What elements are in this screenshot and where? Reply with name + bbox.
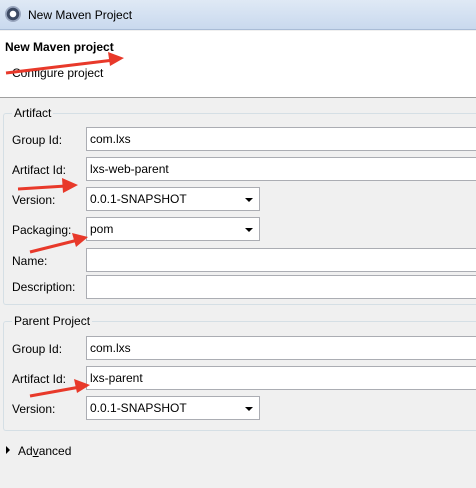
wizard-header: New Maven project Configure project (0, 31, 476, 98)
version-combo[interactable]: 0.0.1-SNAPSHOT (86, 187, 260, 211)
artifact-group-title: Artifact (12, 106, 54, 120)
wizard-subtitle: Configure project (12, 66, 104, 80)
chevron-down-icon[interactable] (245, 198, 253, 202)
parent-group-id-label: Group Id: (12, 342, 63, 356)
chevron-down-icon[interactable] (245, 407, 253, 411)
group-id-label: Group Id: (12, 133, 63, 147)
parent-group-id-input[interactable]: com.lxs (86, 336, 476, 360)
window-title: New Maven Project (28, 8, 133, 22)
artifact-id-input[interactable]: lxs-web-parent (86, 157, 476, 181)
version-label: Version: (12, 193, 56, 207)
chevron-right-icon[interactable] (6, 446, 10, 454)
group-id-input[interactable]: com.lxs (86, 127, 476, 151)
parent-version-label: Version: (12, 402, 56, 416)
parent-artifact-id-input[interactable]: lxs-parent (86, 366, 476, 390)
parent-version-combo[interactable]: 0.0.1-SNAPSHOT (86, 396, 260, 420)
title-bar: New Maven Project (0, 0, 476, 30)
packaging-label: Packaging: (12, 223, 72, 237)
advanced-toggle[interactable]: Advanced (6, 444, 71, 458)
wizard-title: New Maven project (5, 40, 114, 54)
artifact-id-label: Artifact Id: (12, 163, 67, 177)
version-combo-value: 0.0.1-SNAPSHOT (90, 192, 187, 206)
parent-project-group-title: Parent Project (12, 314, 93, 328)
eclipse-icon (5, 6, 21, 22)
description-label: Description: (12, 280, 76, 294)
packaging-combo[interactable]: pom (86, 217, 260, 241)
advanced-label-suffix: anced (38, 444, 72, 458)
parent-version-combo-value: 0.0.1-SNAPSHOT (90, 401, 187, 415)
advanced-label-prefix: Ad (18, 444, 33, 458)
packaging-combo-value: pom (90, 222, 114, 236)
chevron-down-icon[interactable] (245, 228, 253, 232)
name-label: Name: (12, 254, 48, 268)
parent-artifact-id-label: Artifact Id: (12, 372, 67, 386)
name-input[interactable] (86, 248, 476, 272)
description-input[interactable] (86, 275, 476, 299)
